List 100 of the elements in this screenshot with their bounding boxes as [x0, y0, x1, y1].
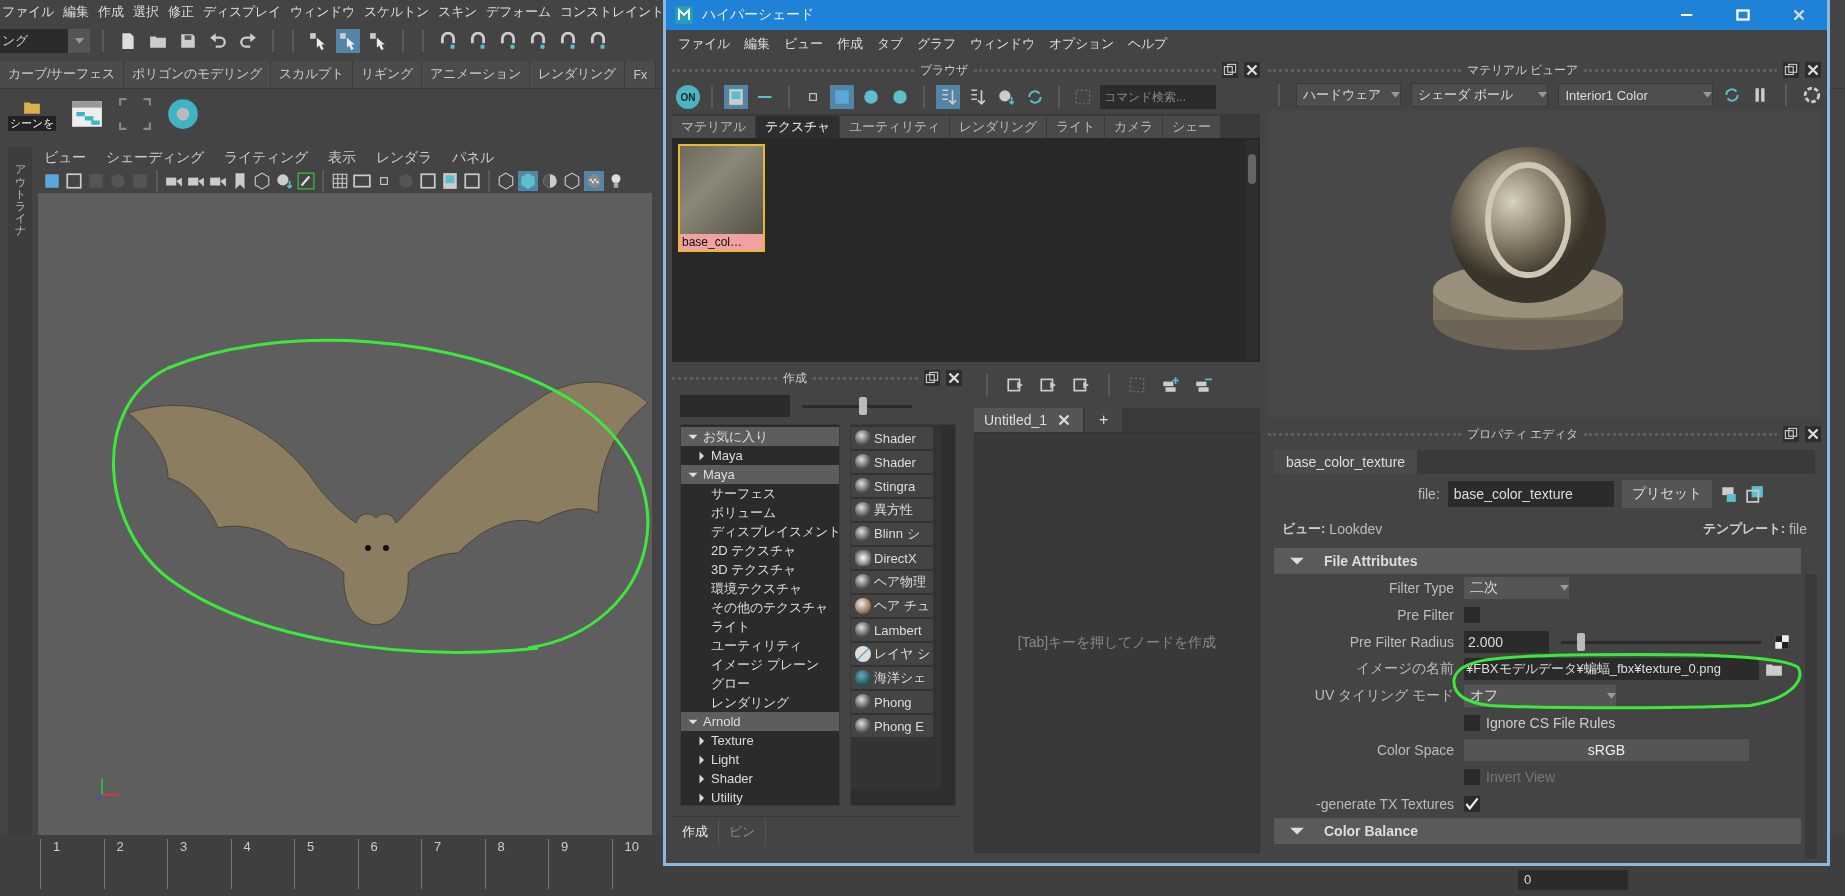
toolbar-button[interactable] [440, 171, 460, 192]
menu-item[interactable]: レンダラ [376, 149, 432, 168]
shelf-tab[interactable]: アニメーション [422, 61, 531, 88]
toolbar-button[interactable] [336, 28, 360, 53]
tree-item[interactable]: 環境テクスチャ [681, 579, 839, 598]
tab[interactable]: テクスチャ [756, 116, 840, 138]
toolbar-button[interactable] [462, 171, 482, 192]
node-type-item[interactable]: 海洋シェ [851, 667, 933, 689]
menu-item[interactable]: ファイル [678, 35, 730, 53]
menu-item[interactable]: 修正 [168, 3, 194, 22]
menu-item[interactable]: パネル [452, 149, 494, 168]
dropdown[interactable]: ハードウェア [1296, 83, 1401, 107]
checker-map-icon[interactable] [1773, 633, 1791, 651]
tree-item[interactable]: イメージ プレーン [681, 655, 839, 674]
tree-item[interactable]: Shader [681, 769, 839, 788]
shelf-button-label[interactable]: シーンを [8, 115, 56, 131]
tree-item[interactable]: お気に入り [681, 427, 839, 446]
menu-item[interactable]: オプション [1049, 35, 1114, 53]
menu-item[interactable]: 選択 [133, 3, 159, 22]
add-tab-button[interactable]: + [1085, 408, 1123, 432]
node-type-item[interactable]: ヘア チュ [851, 595, 933, 617]
tree-item[interactable]: ボリューム [681, 503, 839, 522]
toolbar-button[interactable] [252, 171, 272, 192]
dropdown[interactable]: シェーダ ボール [1411, 83, 1549, 107]
menu-item[interactable]: 編集 [744, 35, 770, 53]
shelf-tab[interactable]: カーブ/サーフェス [0, 61, 125, 88]
tab[interactable]: マテリアル [672, 116, 756, 138]
node-type-item[interactable]: Stingra [851, 475, 933, 497]
texture-swatch[interactable]: base_col… [678, 144, 765, 252]
tree-item[interactable]: グロー [681, 674, 839, 693]
tab[interactable]: 作成 [672, 818, 719, 846]
selection-frame-icon[interactable] [118, 97, 152, 132]
node-type-item[interactable]: 異方性 [851, 499, 933, 521]
section-header[interactable]: File Attributes [1274, 548, 1801, 574]
shelf-tab[interactable]: ポリゴンのモデリング [124, 61, 272, 88]
tree-item[interactable]: ディスプレイスメント [681, 522, 839, 541]
restore-button[interactable] [1783, 62, 1799, 78]
menu-item[interactable]: ウィンドウ [970, 35, 1035, 53]
section-header[interactable]: Color Balance [1274, 818, 1801, 844]
menu-item[interactable]: タブ [877, 35, 903, 53]
node-type-item[interactable]: レイヤ シ [851, 643, 933, 665]
tree-item[interactable]: 3D テクスチャ [681, 560, 839, 579]
restore-button[interactable] [1222, 62, 1238, 78]
tab[interactable]: カメラ [1105, 116, 1163, 138]
menu-item[interactable]: デフォーム [486, 3, 551, 22]
tree-item[interactable]: レンダリング [681, 693, 839, 712]
tree-item[interactable]: その他のテクスチャ [681, 598, 839, 617]
zoom-slider[interactable] [802, 397, 912, 415]
tree-item[interactable]: Light [681, 750, 839, 769]
dropdown[interactable]: 二次 [1464, 577, 1569, 599]
toolbar-button[interactable] [296, 171, 316, 192]
close-button[interactable] [1805, 62, 1821, 78]
tab[interactable]: ユーティリティ [840, 116, 950, 138]
on-button[interactable]: ON [676, 85, 700, 109]
dropdown[interactable]: sRGB [1464, 739, 1749, 761]
menu-item[interactable]: ビュー [44, 149, 86, 168]
tab[interactable]: シェー [1163, 116, 1221, 138]
tree-item[interactable]: ライト [681, 617, 839, 636]
toolbar-button[interactable] [584, 171, 604, 192]
tab[interactable]: レンダリング [950, 116, 1047, 138]
shelf-tab[interactable]: スカルプト [271, 61, 354, 88]
ring-icon[interactable] [166, 97, 200, 132]
mode-dropdown[interactable]: ング [0, 28, 90, 53]
menu-item[interactable]: スケルトン [364, 3, 429, 22]
tree-item[interactable]: Utility [681, 788, 839, 805]
menu-item[interactable]: ビュー [784, 35, 823, 53]
search-field[interactable]: コマンド検索... [1100, 85, 1216, 109]
load-icon[interactable] [1719, 485, 1738, 503]
menu-item[interactable]: ファイル [2, 3, 54, 22]
node-type-item[interactable]: ヘア物理 [851, 571, 933, 593]
tree-item[interactable]: Arnold [681, 712, 839, 731]
shelf-tab[interactable]: Fx [625, 61, 657, 88]
toolbar-button[interactable] [64, 171, 84, 192]
dropdown[interactable]: Interior1 Color [1558, 83, 1713, 107]
tree-item[interactable]: サーフェス [681, 484, 839, 503]
shelf-tab[interactable]: リギング [353, 61, 423, 88]
tree-item[interactable]: Maya [681, 465, 839, 484]
node-type-item[interactable]: Blinn シ [851, 523, 933, 545]
preset-button[interactable]: プリセット [1621, 480, 1712, 508]
restore-button[interactable] [1783, 426, 1799, 442]
node-type-item[interactable]: Shader [851, 427, 933, 449]
tree-item[interactable]: Texture [681, 731, 839, 750]
shelf-tab[interactable]: レンダリング [530, 61, 626, 88]
checkbox[interactable] [1464, 715, 1480, 731]
menu-item[interactable]: ディスプレイ [203, 3, 281, 22]
scrollbar[interactable] [1246, 140, 1258, 360]
menu-item[interactable]: 表示 [328, 149, 356, 168]
copy-icon[interactable] [1745, 485, 1764, 503]
number-field[interactable]: 2.000 [1464, 631, 1549, 653]
tab[interactable]: base_color_texture [1274, 450, 1418, 474]
refresh-icon[interactable] [1723, 86, 1741, 104]
dropdown[interactable]: オフ [1464, 685, 1616, 707]
node-type-item[interactable]: Phong E [851, 715, 933, 737]
menu-item[interactable]: スキン [438, 3, 477, 22]
tree-item[interactable]: Maya [681, 446, 839, 465]
outliner-tab[interactable]: アウトライナ [8, 147, 32, 836]
node-type-item[interactable]: Lambert [851, 619, 933, 641]
menu-item[interactable]: ライティング [224, 149, 308, 168]
restore-button[interactable] [924, 370, 940, 386]
checkbox[interactable] [1464, 796, 1480, 812]
